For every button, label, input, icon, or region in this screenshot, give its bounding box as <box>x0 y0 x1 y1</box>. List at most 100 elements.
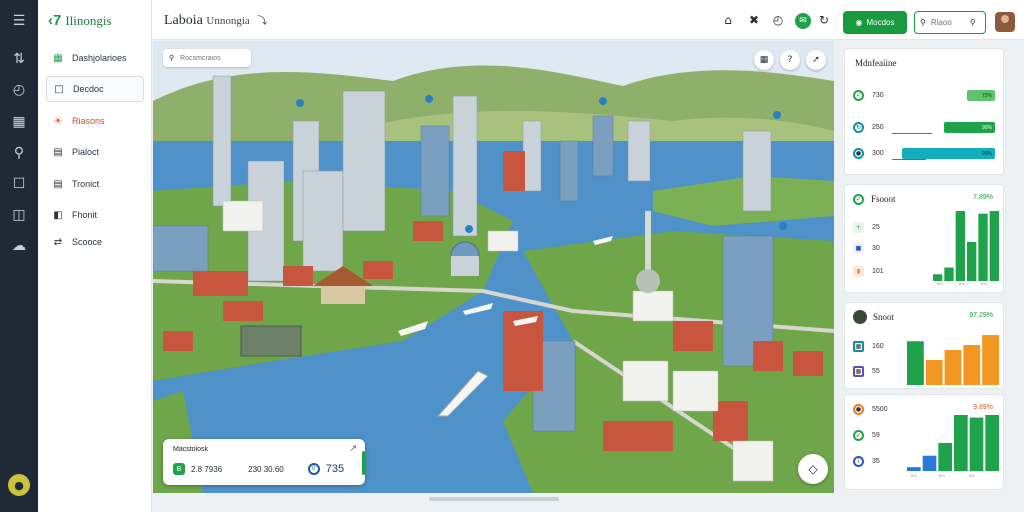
icon-rail: ☰ ⇅ ◴ ▦ ⚲ ☐ ◫ ☁ ● <box>0 0 38 512</box>
map-search[interactable]: ⚲ <box>163 49 251 67</box>
sidebar-item-riasons[interactable]: ☀ Riasons <box>46 108 144 134</box>
panel-percent: 97.29% <box>969 312 993 319</box>
chart-bar <box>985 415 999 471</box>
chart-row-label: 59 <box>872 432 880 439</box>
brand[interactable]: ‹7 Ilinongis <box>48 12 112 29</box>
sidebar-item-decdoc[interactable]: □ Decdoc <box>46 76 144 102</box>
chart-x-label: 0:0 <box>969 473 975 478</box>
tools-icon[interactable]: ✖ <box>745 11 763 29</box>
stats-bar: 72% <box>967 90 995 101</box>
top-bar: Laboia Unnongia ⤵ ⌂ ✖ ◴ ✉ ↻ ◉ Mocdos ⚲ ⚲ <box>152 0 1024 40</box>
sidebar-item-label: Tronict <box>72 179 100 189</box>
chart-row: + 25 <box>853 222 880 233</box>
chart-bar <box>933 274 943 281</box>
chart-bar <box>967 241 977 281</box>
card-accent <box>362 451 365 475</box>
sidebar-item-dashboard[interactable]: ▦ Dashjolarioes <box>46 45 144 71</box>
chart-row-label: 160 <box>872 343 884 350</box>
page-title: Laboia Unnongia ⤵ <box>164 12 267 29</box>
menu-icon[interactable]: ☰ <box>0 6 38 36</box>
swap-icon: ⇄ <box>53 236 63 248</box>
map-scrollbar[interactable] <box>429 497 559 501</box>
sidebar-item-label: Fhonit <box>72 210 98 220</box>
sidebar-item-label: Dashjolarioes <box>72 53 127 63</box>
navigate-icon[interactable]: ➚ <box>806 50 826 70</box>
search-icon: ⚲ <box>169 55 175 62</box>
stats-row-label: 300 <box>872 150 884 157</box>
sidebar-item-scooce[interactable]: ⇄ Scooce <box>46 229 144 255</box>
expand-icon[interactable]: ↗ <box>349 444 357 454</box>
title-text: Laboia <box>164 13 203 28</box>
search-submit-icon[interactable]: ⚲ <box>970 18 976 27</box>
stats-bar: 99% <box>902 148 995 159</box>
refresh-icon: ↻ <box>853 122 864 133</box>
card-value-1: 2.8 7936 <box>191 464 223 474</box>
buildings-icon[interactable]: ▦ <box>0 107 38 137</box>
cloud-icon[interactable]: ☁ <box>0 231 38 261</box>
chart-row: ▦ 160 <box>853 341 884 352</box>
user-avatar-icon[interactable]: ● <box>8 474 30 496</box>
chart-bar <box>925 360 943 385</box>
header-search-input[interactable] <box>930 18 965 27</box>
search-map-icon[interactable]: ⚲ <box>0 138 38 168</box>
header-search[interactable]: ⚲ ⚲ <box>914 11 986 34</box>
stats-track <box>892 159 926 160</box>
logo-icon: ‹7 <box>48 12 62 29</box>
minus-icon: ■ <box>853 243 864 254</box>
panel-title: Fsooot <box>871 194 896 204</box>
sidebar-item-label: Scooce <box>72 237 103 247</box>
stats-track <box>892 133 932 134</box>
chart-row-label: 25 <box>872 224 880 231</box>
stats-panel: Mdnfeaiine ✓ 730 72% ↻ 250 90% ● 300 99% <box>844 48 1004 175</box>
sun-icon: ☀ <box>53 115 63 127</box>
chart-panel: Fsooot ✓ 7.89% + 25 ■ 30 ▮ 101 0:0 0:0 0… <box>844 184 1004 293</box>
clock-icon[interactable]: ◴ <box>769 11 787 29</box>
layers-icon[interactable]: ▦ <box>754 50 774 70</box>
chat-icon[interactable]: ☐ <box>0 169 38 199</box>
card-indicator: 0 <box>307 463 320 475</box>
time-icon[interactable]: ◴ <box>0 75 38 105</box>
help-icon[interactable]: ? <box>780 50 800 70</box>
layout-icon[interactable]: ◫ <box>0 200 38 230</box>
chart-row: ● 5500 <box>853 404 888 415</box>
primary-action-button[interactable]: ◉ Mocdos <box>843 11 907 34</box>
edit-icon[interactable]: ⤵ <box>257 16 267 27</box>
location-card[interactable]: Macstoiosk ↗ B 2.8 7936 230 30.60 0 735 <box>163 439 365 485</box>
stats-row: ● 300 <box>853 148 884 159</box>
city-map[interactable]: ⚲ ▦ ? ➚ Macstoiosk ↗ B 2.8 7936 230 30.6… <box>153 41 834 493</box>
map-pin-icon: ◉ <box>855 18 863 27</box>
panel-percent: 7.89% <box>973 194 993 201</box>
chart-row-label: 30 <box>872 245 880 252</box>
sidebar-item-fhonit[interactable]: ◧ Fhonit <box>46 202 144 228</box>
panel-title: Snoot <box>873 312 895 322</box>
avatar[interactable] <box>995 12 1015 32</box>
sidebar-item-label: Pialoct <box>72 147 100 157</box>
stats-row: ↻ 250 <box>853 122 884 133</box>
chart-bar <box>982 335 999 385</box>
sidebar-item-tronict[interactable]: ▤ Tronict <box>46 171 144 197</box>
locate-icon[interactable]: ◇ <box>798 454 828 484</box>
chart-row: ■ 30 <box>853 243 880 254</box>
chart-row-label: 55 <box>872 368 880 375</box>
primary-button-label: Mocdos <box>866 18 895 27</box>
chart-row-label: 5500 <box>872 406 888 413</box>
map-search-input[interactable] <box>180 54 241 62</box>
notes-icon: ▤ <box>53 146 63 158</box>
sidebar-item-pialoct[interactable]: ▤ Pialoct <box>46 139 144 165</box>
search-icon: ⚲ <box>920 18 926 27</box>
routes-icon[interactable]: ⇅ <box>0 44 38 74</box>
stats-row-label: 250 <box>872 124 884 131</box>
sidebar-item-label: Riasons <box>72 116 105 126</box>
chart-panel: 9.89% ● 5500 ✓ 59 i 35 0:0 0:0 0:0 <box>844 394 1004 490</box>
refresh-icon[interactable]: ↻ <box>815 11 833 29</box>
book-icon: ◧ <box>53 209 63 221</box>
chat-bubble-icon[interactable]: ✉ <box>795 13 811 29</box>
document-icon: □ <box>54 83 64 95</box>
home-icon[interactable]: ⌂ <box>719 11 737 29</box>
chart-row: ✓ 59 <box>853 430 880 441</box>
check-icon: ✓ <box>853 90 864 101</box>
chart-x-label: 0:0 <box>939 473 945 478</box>
bar-chart <box>907 415 999 471</box>
chart-bar <box>978 213 988 281</box>
grid-icon: ▦ <box>53 52 63 64</box>
